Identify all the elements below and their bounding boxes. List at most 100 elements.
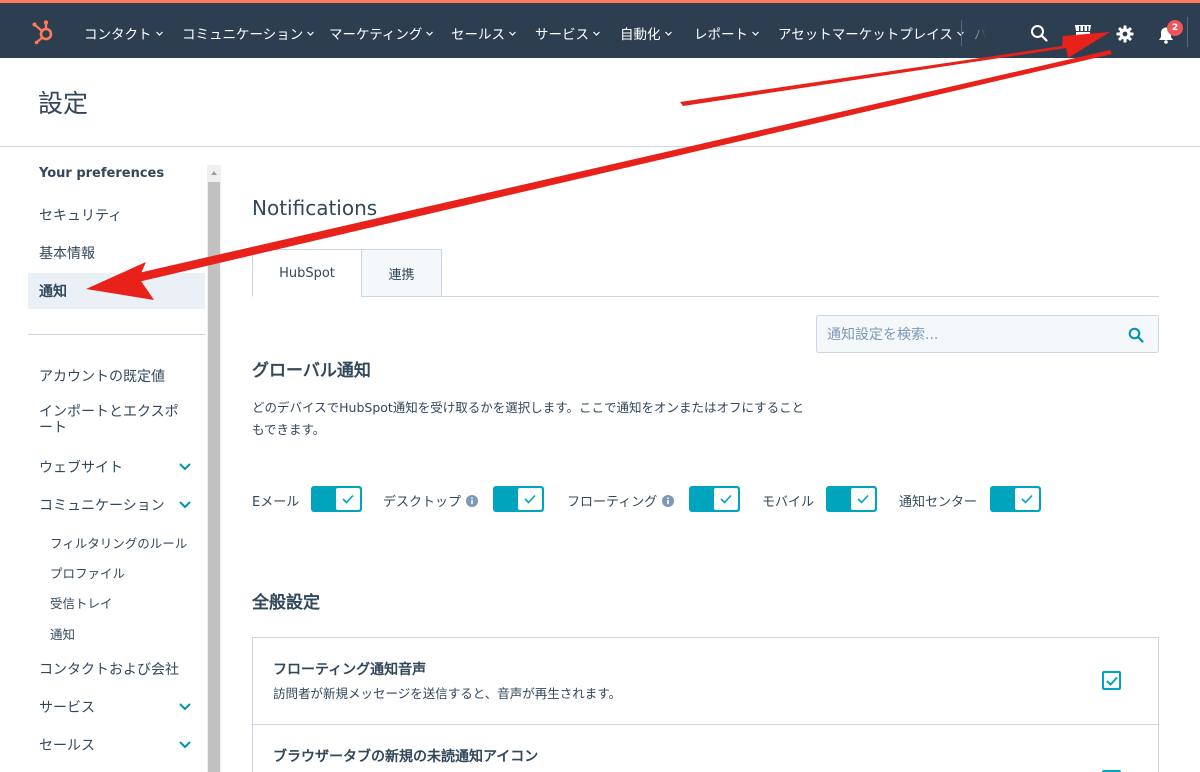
tab-hubspot[interactable]: HubSpot (252, 249, 362, 297)
sidebar-item-import-export[interactable]: インポートとエクスポート (28, 399, 205, 443)
tab-integrations[interactable]: 連携 (361, 249, 442, 297)
check-icon (857, 494, 869, 504)
settings-page: コンタクト コミュニケーション マーケティング セールス サービス 自動化 レポート アセット… (0, 0, 1200, 772)
chevron-down-icon (664, 31, 672, 36)
toggle-label-mobile: モバイル (762, 491, 814, 510)
sidebar-subitem-profile[interactable]: プロファイル (50, 563, 125, 582)
page-title: 設定 (38, 89, 89, 118)
email-toggle[interactable] (311, 486, 362, 512)
notifications-title: Notifications (252, 196, 378, 220)
notification-center-toggle[interactable] (990, 486, 1041, 512)
setting-row-floating-sound: フローティング通知音声 訪問者が新規メッセージを送信すると、音声が再生されます。 (253, 638, 1158, 724)
sidebar-item-basic-info[interactable]: 基本情報 (28, 235, 205, 271)
toggle-label-floating: フローティング (567, 491, 675, 510)
toggle-label-notification-center: 通知センター (899, 491, 977, 510)
nav-item-5[interactable]: 自動化 (620, 22, 673, 44)
sidebar-item-service[interactable]: サービス (28, 689, 205, 725)
toggle-label-text: Eメール (252, 495, 300, 510)
chevron-down-icon (426, 31, 434, 36)
nav-item-label: マーケティング (329, 27, 423, 43)
nav-item-4[interactable]: サービス (535, 22, 601, 44)
nav-item-label: 自動化 (620, 27, 661, 43)
sidebar-item-account-defaults[interactable]: アカウントの既定値 (28, 358, 205, 394)
sidebar-subitem-notifications[interactable]: 通知 (50, 624, 75, 643)
sidebar-subitem-filter-rules[interactable]: フィルタリングのルール (50, 533, 187, 552)
check-icon (720, 494, 732, 504)
global-notifications-heading: グローバル通知 (252, 361, 371, 381)
chevron-down-icon (179, 741, 191, 749)
chevron-down-icon (509, 31, 516, 36)
toggle-knob (850, 487, 876, 511)
toggle-label-email: Eメール (252, 491, 299, 510)
sidebar-item-label: セキュリティ (39, 208, 123, 224)
toggle-label-text: デスクトップ (383, 495, 462, 510)
toggle-label-text: モバイル (762, 495, 815, 510)
nav-item-2[interactable]: マーケティング (329, 22, 434, 44)
sidebar-divider (28, 334, 205, 335)
toggle-knob (335, 487, 361, 511)
nav-item-label: サービス (535, 27, 589, 43)
top-navigation: コンタクト コミュニケーション マーケティング セールス サービス 自動化 レポート アセット… (0, 0, 1200, 61)
setting-description: 訪問者が新規メッセージを送信すると、音声が再生されます。 (273, 686, 622, 701)
sidebar-item-label: 基本情報 (39, 246, 95, 262)
marketplace-icon[interactable] (1073, 23, 1093, 42)
hubspot-logo-icon[interactable] (30, 19, 56, 45)
global-notifications-description: どのデバイスでHubSpot通知を受け取るかを選択します。ここで通知をオンまたは… (252, 400, 805, 437)
notification-search (816, 315, 1159, 353)
sidebar-item-sales[interactable]: セールス (28, 727, 205, 763)
chevron-down-icon (752, 31, 759, 36)
page-header: 設定 (0, 58, 1200, 147)
general-settings-heading: 全般設定 (252, 593, 320, 613)
chevron-down-icon (155, 31, 163, 36)
toggle-knob (517, 487, 543, 511)
setting-title: ブラウザータブの新規の未読通知アイコン (273, 749, 539, 765)
nav-item-6[interactable]: レポート (694, 22, 760, 44)
sidebar-item-website[interactable]: ウェブサイト (28, 449, 205, 485)
check-icon (1105, 676, 1118, 686)
chevron-down-icon (179, 703, 191, 711)
sidebar-item-contacts-companies[interactable]: コンタクトおよび会社 (28, 651, 205, 687)
setting-row-unread-tab-icon: ブラウザータブの新規の未読通知アイコン (253, 724, 1158, 772)
scroll-up-arrow-icon[interactable] (207, 165, 221, 181)
search-icon[interactable] (1128, 327, 1144, 343)
info-icon[interactable] (662, 494, 675, 507)
sidebar-item-label: コミュニケーション (39, 498, 165, 514)
sidebar-item-security[interactable]: セキュリティ (28, 197, 205, 233)
chevron-down-icon (179, 501, 191, 509)
sidebar-item-notifications[interactable]: 通知 (28, 273, 205, 309)
nav-item-0[interactable]: コンタクト (84, 22, 164, 44)
info-icon[interactable] (466, 494, 479, 507)
search-icon[interactable] (1030, 24, 1048, 42)
desktop-toggle[interactable] (493, 486, 544, 512)
sidebar-item-label: セールス (39, 738, 95, 754)
mobile-toggle[interactable] (826, 486, 877, 512)
floating-toggle[interactable] (689, 486, 740, 512)
nav-item-3[interactable]: セールス (451, 22, 517, 44)
check-icon (524, 494, 536, 504)
nav-item-label: コミュニケーション (182, 27, 304, 43)
gear-icon[interactable] (1116, 25, 1134, 43)
chevron-down-icon (179, 463, 191, 471)
sidebar-item-label: サービス (39, 700, 95, 716)
nav-edge-divider (1187, 17, 1188, 47)
main-content: Notifications HubSpot 連携 グローバル通知 どのデバイスで… (221, 147, 1200, 772)
sidebar-scrollbar-thumb[interactable] (208, 182, 220, 772)
floating-sound-checkbox[interactable] (1102, 671, 1121, 690)
sidebar-item-communication[interactable]: コミュニケーション (28, 487, 205, 523)
notification-count-badge: 2 (1167, 20, 1183, 36)
nav-item-label: コンタクト (84, 27, 152, 43)
search-input[interactable] (827, 325, 1117, 345)
chevron-down-icon (593, 31, 600, 36)
general-settings-list: フローティング通知音声 訪問者が新規メッセージを送信すると、音声が再生されます。… (252, 637, 1159, 772)
nav-overflow-fade (962, 6, 1022, 61)
nav-item-7[interactable]: アセットマーケットプレイス (778, 22, 965, 44)
sidebar-subitem-inbox[interactable]: 受信トレイ (50, 593, 113, 612)
sidebar-item-label: インポートとエクスポート (39, 404, 179, 436)
toggle-label-text: 通知センター (899, 495, 978, 510)
nav-item-label: セールス (451, 27, 505, 43)
nav-item-label: レポート (694, 27, 748, 43)
sidebar-item-label: ウェブサイト (39, 460, 123, 476)
nav-item-label: アセットマーケットプレイス (778, 27, 953, 43)
sidebar-heading: Your preferences (39, 166, 165, 181)
nav-item-1[interactable]: コミュニケーション (182, 22, 315, 44)
